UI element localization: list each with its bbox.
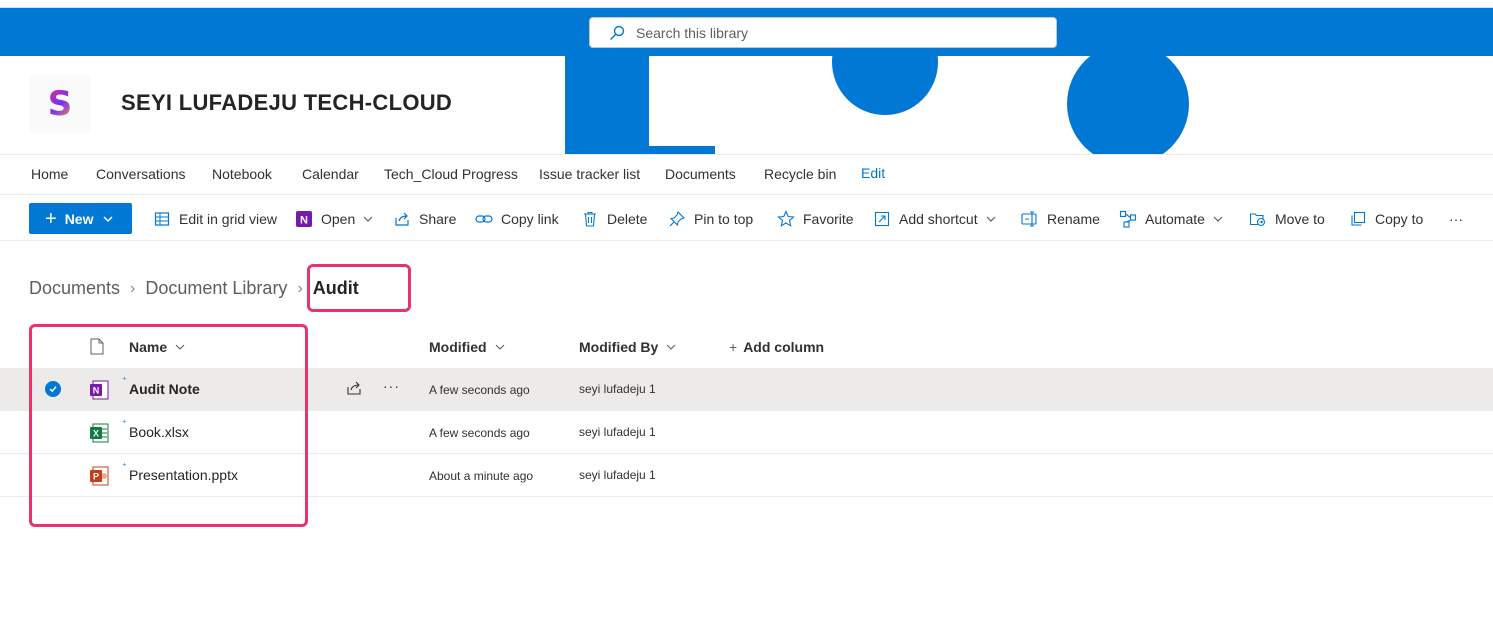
file-modified: About a minute ago	[429, 469, 534, 483]
add-shortcut-label: Add shortcut	[899, 211, 978, 227]
move-icon	[1249, 210, 1267, 228]
pin-icon	[668, 210, 686, 228]
shortcut-icon	[873, 210, 891, 228]
rename-icon	[1021, 210, 1039, 228]
chevron-down-icon	[363, 216, 373, 222]
pin-to-top-label: Pin to top	[694, 211, 754, 227]
site-logo[interactable]: S	[30, 74, 90, 134]
chevron-down-icon	[666, 344, 676, 350]
header-decoration-circle-2	[1067, 56, 1189, 154]
nav-issue-tracker-list[interactable]: Issue tracker list	[539, 166, 640, 182]
grid-icon	[153, 210, 171, 228]
copy-link-button[interactable]: Copy link	[475, 204, 559, 234]
nav-conversations[interactable]: Conversations	[96, 166, 186, 182]
link-icon	[475, 210, 493, 228]
suite-bar: Search this library	[0, 8, 1493, 56]
favorite-button[interactable]: Favorite	[777, 204, 854, 234]
edit-grid-view-button[interactable]: Edit in grid view	[153, 204, 277, 234]
chevron-down-icon	[495, 344, 504, 350]
column-modified-by-label: Modified By	[579, 339, 659, 355]
column-header-modified[interactable]: Modified	[429, 339, 505, 355]
plus-icon: +	[729, 339, 738, 355]
add-shortcut-button[interactable]: Add shortcut	[873, 204, 996, 234]
plus-icon: +	[45, 207, 57, 230]
trash-icon	[581, 210, 599, 228]
more-icon[interactable]: ···	[383, 378, 400, 394]
nav-recycle-bin[interactable]: Recycle bin	[764, 166, 836, 182]
header-decoration-bar	[565, 146, 715, 154]
chevron-down-icon	[103, 215, 114, 222]
rename-label: Rename	[1047, 211, 1100, 227]
chevron-down-icon	[1213, 216, 1223, 222]
highlight-box-breadcrumb	[307, 264, 411, 312]
site-title[interactable]: SEYI LUFADEJU TECH-CLOUD	[121, 90, 452, 116]
pin-to-top-button[interactable]: Pin to top	[668, 204, 753, 234]
new-button[interactable]: + New	[29, 203, 132, 234]
svg-text:N: N	[300, 215, 308, 227]
edit-grid-view-label: Edit in grid view	[179, 211, 278, 227]
automate-label: Automate	[1145, 211, 1205, 227]
highlight-box-file-list	[29, 324, 308, 527]
automate-button[interactable]: Automate	[1119, 204, 1223, 234]
site-navigation: Home Conversations Notebook Calendar Tec…	[0, 154, 1493, 195]
share-icon	[393, 210, 411, 228]
copy-to-label: Copy to	[1375, 211, 1424, 227]
add-column-button[interactable]: + Add column	[729, 339, 824, 355]
search-icon	[610, 25, 625, 40]
column-modified-label: Modified	[429, 339, 487, 355]
nav-tech-cloud-progress[interactable]: Tech_Cloud Progress	[384, 166, 518, 182]
delete-label: Delete	[607, 211, 648, 227]
command-bar: + New Edit in grid view N Open Share Cop…	[0, 196, 1493, 241]
file-modified-by[interactable]: seyi lufadeju 1	[579, 382, 656, 396]
file-modified-by[interactable]: seyi lufadeju 1	[579, 468, 656, 482]
file-modified: A few seconds ago	[429, 426, 530, 440]
open-button[interactable]: N Open	[295, 204, 373, 234]
header-decoration-circle-1	[832, 56, 938, 115]
share-icon[interactable]	[346, 380, 362, 401]
move-to-label: Move to	[1275, 211, 1325, 227]
nav-home[interactable]: Home	[31, 166, 68, 182]
open-label: Open	[321, 211, 356, 227]
share-label: Share	[419, 211, 457, 227]
browser-top-strip	[0, 0, 1493, 8]
more-options-button[interactable]: ···	[1449, 204, 1463, 234]
chevron-right-icon: ›	[297, 279, 303, 297]
delete-button[interactable]: Delete	[581, 204, 647, 234]
new-button-label: New	[64, 210, 94, 227]
chevron-down-icon	[986, 216, 996, 222]
nav-edit-link[interactable]: Edit	[861, 165, 885, 181]
onenote-icon: N	[295, 210, 313, 228]
search-input[interactable]: Search this library	[636, 25, 748, 41]
copy-link-label: Copy link	[501, 211, 559, 227]
column-header-modified-by[interactable]: Modified By	[579, 339, 676, 355]
nav-documents[interactable]: Documents	[665, 166, 736, 182]
move-to-button[interactable]: Move to	[1249, 204, 1325, 234]
copy-to-button[interactable]: Copy to	[1349, 204, 1423, 234]
nav-notebook[interactable]: Notebook	[212, 166, 272, 182]
copy-icon	[1349, 210, 1367, 228]
chevron-right-icon: ›	[130, 279, 136, 297]
breadcrumb-document-library[interactable]: Document Library	[145, 278, 287, 299]
automate-icon	[1119, 210, 1137, 228]
site-logo-letter: S	[47, 84, 73, 124]
search-box[interactable]: Search this library	[589, 17, 1057, 48]
header-decoration-block	[565, 56, 649, 154]
file-modified-by[interactable]: seyi lufadeju 1	[579, 425, 656, 439]
site-header: S SEYI LUFADEJU TECH-CLOUD	[0, 56, 1493, 154]
more-icon: ···	[1449, 211, 1463, 227]
add-column-label: Add column	[743, 339, 825, 355]
share-button[interactable]: Share	[393, 204, 456, 234]
breadcrumb-documents[interactable]: Documents	[29, 278, 120, 299]
rename-button[interactable]: Rename	[1021, 204, 1100, 234]
star-icon	[777, 210, 795, 228]
favorite-label: Favorite	[803, 211, 854, 227]
nav-calendar[interactable]: Calendar	[302, 166, 359, 182]
file-modified: A few seconds ago	[429, 383, 530, 397]
